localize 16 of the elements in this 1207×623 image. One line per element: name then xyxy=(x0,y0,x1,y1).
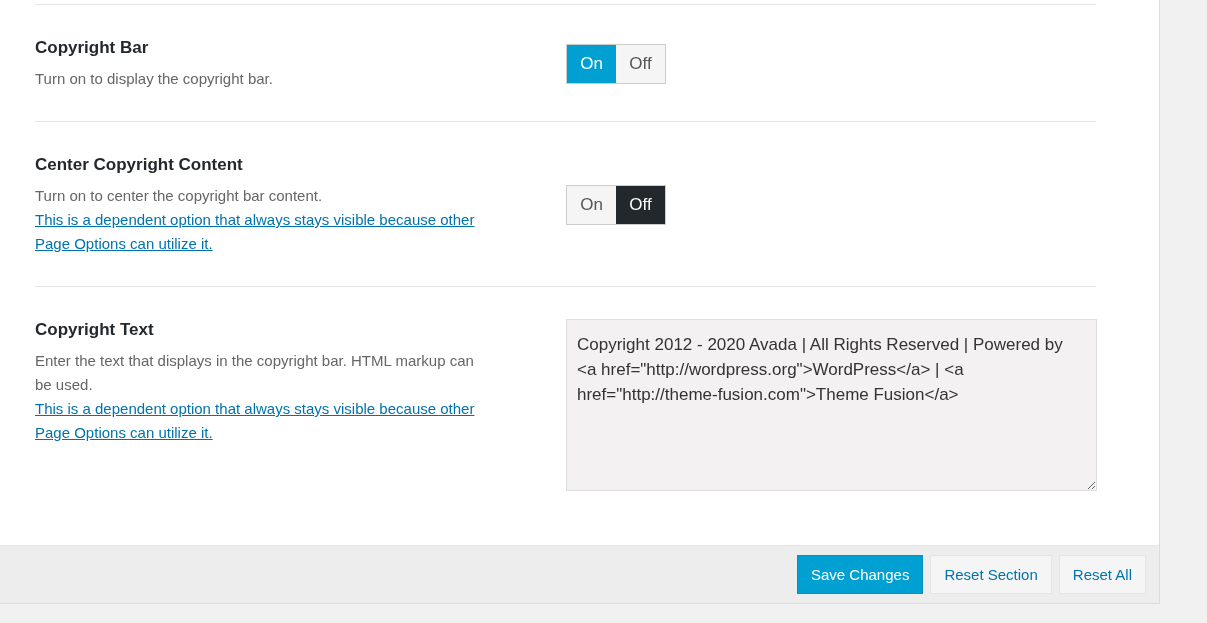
reset-button[interactable]: Reset Section xyxy=(930,555,1052,594)
option-title: Copyright Bar xyxy=(35,37,150,59)
help-link[interactable]: This is a dependent option that always stays visible because other Page Options can utilize it. xyxy=(35,397,490,445)
toggle-option[interactable]: On xyxy=(567,186,616,224)
option-description: Enter the text that displays in the copyright bar. HTML markup can be used. xyxy=(35,351,475,395)
save-button[interactable]: Save Changes xyxy=(797,555,924,594)
option-title: Center Copyright Content xyxy=(35,154,244,176)
option-description: Turn on to display the copyright bar. xyxy=(35,69,274,89)
help-link[interactable]: This is a dependent option that always stays visible because other Page Options can utilize it. xyxy=(35,208,490,256)
toggle-option[interactable]: Off xyxy=(616,186,665,224)
text-area[interactable]: Copyright 2012 - 2020 Avada | All Rights Reserved | Powered by <a href="http://wordpress.org">WordPress</a> | <a href="http://theme-fusion.com">Theme Fusion</a> xyxy=(566,319,1097,491)
reset-button[interactable]: Reset All xyxy=(1058,555,1146,594)
toggle-option[interactable]: Off xyxy=(616,45,665,83)
toggle-option[interactable]: On xyxy=(567,45,616,83)
option-title: Copyright Text xyxy=(35,319,155,341)
option-description: Turn on to center the copyright bar content. xyxy=(35,186,324,206)
